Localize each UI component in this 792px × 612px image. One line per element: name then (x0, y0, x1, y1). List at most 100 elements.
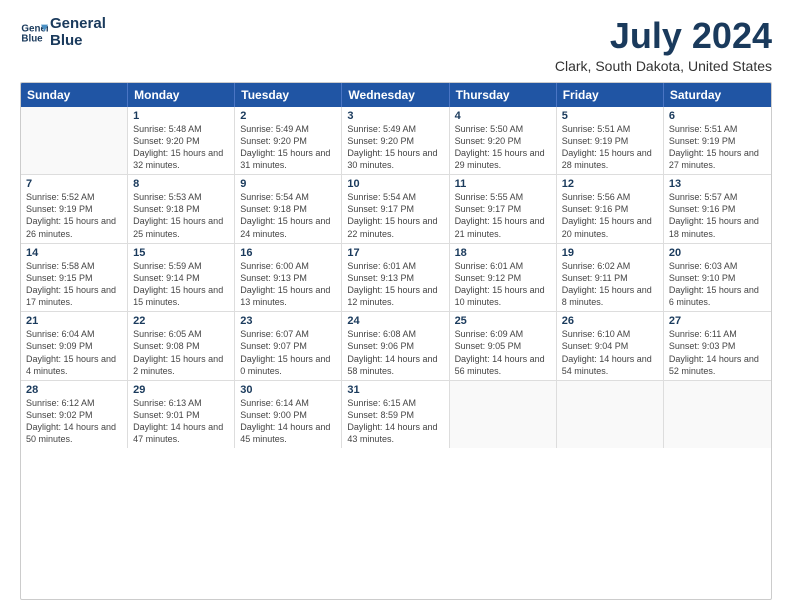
day-info: Sunrise: 5:50 AMSunset: 9:20 PMDaylight:… (455, 123, 551, 172)
calendar-cell-r0-c4: 4Sunrise: 5:50 AMSunset: 9:20 PMDaylight… (450, 107, 557, 175)
calendar-cell-r3-c3: 24Sunrise: 6:08 AMSunset: 9:06 PMDayligh… (342, 312, 449, 380)
day-info: Sunrise: 5:51 AMSunset: 9:19 PMDaylight:… (562, 123, 658, 172)
calendar-cell-r4-c3: 31Sunrise: 6:15 AMSunset: 8:59 PMDayligh… (342, 381, 449, 449)
calendar-cell-r2-c0: 14Sunrise: 5:58 AMSunset: 9:15 PMDayligh… (21, 244, 128, 312)
logo-icon: General Blue (20, 19, 48, 47)
day-info: Sunrise: 6:01 AMSunset: 9:13 PMDaylight:… (347, 260, 443, 309)
day-number: 16 (240, 247, 336, 259)
calendar: SundayMondayTuesdayWednesdayThursdayFrid… (20, 82, 772, 600)
calendar-cell-r1-c1: 8Sunrise: 5:53 AMSunset: 9:18 PMDaylight… (128, 175, 235, 243)
logo-text-line1: General (50, 16, 106, 33)
calendar-cell-r0-c1: 1Sunrise: 5:48 AMSunset: 9:20 PMDaylight… (128, 107, 235, 175)
calendar-title: July 2024 (555, 16, 772, 56)
calendar-cell-r2-c6: 20Sunrise: 6:03 AMSunset: 9:10 PMDayligh… (664, 244, 771, 312)
day-info: Sunrise: 6:15 AMSunset: 8:59 PMDaylight:… (347, 397, 443, 446)
page-header: General Blue General Blue July 2024 Clar… (20, 16, 772, 74)
calendar-cell-r1-c3: 10Sunrise: 5:54 AMSunset: 9:17 PMDayligh… (342, 175, 449, 243)
day-info: Sunrise: 6:02 AMSunset: 9:11 PMDaylight:… (562, 260, 658, 309)
calendar-cell-r4-c0: 28Sunrise: 6:12 AMSunset: 9:02 PMDayligh… (21, 381, 128, 449)
weekday-header-friday: Friday (557, 83, 664, 107)
day-info: Sunrise: 5:53 AMSunset: 9:18 PMDaylight:… (133, 191, 229, 240)
day-info: Sunrise: 5:49 AMSunset: 9:20 PMDaylight:… (240, 123, 336, 172)
day-info: Sunrise: 5:54 AMSunset: 9:18 PMDaylight:… (240, 191, 336, 240)
day-number: 19 (562, 247, 658, 259)
day-info: Sunrise: 5:58 AMSunset: 9:15 PMDaylight:… (26, 260, 122, 309)
day-number: 2 (240, 110, 336, 122)
svg-text:Blue: Blue (21, 33, 43, 44)
day-number: 27 (669, 315, 766, 327)
day-number: 20 (669, 247, 766, 259)
logo: General Blue General Blue (20, 16, 106, 49)
day-number: 15 (133, 247, 229, 259)
day-number: 23 (240, 315, 336, 327)
day-info: Sunrise: 5:55 AMSunset: 9:17 PMDaylight:… (455, 191, 551, 240)
day-number: 26 (562, 315, 658, 327)
calendar-cell-r2-c5: 19Sunrise: 6:02 AMSunset: 9:11 PMDayligh… (557, 244, 664, 312)
day-info: Sunrise: 6:08 AMSunset: 9:06 PMDaylight:… (347, 328, 443, 377)
weekday-header-saturday: Saturday (664, 83, 771, 107)
calendar-cell-r3-c4: 25Sunrise: 6:09 AMSunset: 9:05 PMDayligh… (450, 312, 557, 380)
weekday-header-sunday: Sunday (21, 83, 128, 107)
calendar-row-3: 21Sunrise: 6:04 AMSunset: 9:09 PMDayligh… (21, 312, 771, 381)
calendar-cell-r3-c6: 27Sunrise: 6:11 AMSunset: 9:03 PMDayligh… (664, 312, 771, 380)
day-number: 25 (455, 315, 551, 327)
calendar-cell-r0-c3: 3Sunrise: 5:49 AMSunset: 9:20 PMDaylight… (342, 107, 449, 175)
calendar-cell-r2-c1: 15Sunrise: 5:59 AMSunset: 9:14 PMDayligh… (128, 244, 235, 312)
logo-text-line2: Blue (50, 33, 106, 50)
day-info: Sunrise: 6:09 AMSunset: 9:05 PMDaylight:… (455, 328, 551, 377)
calendar-cell-r0-c0 (21, 107, 128, 175)
weekday-header-monday: Monday (128, 83, 235, 107)
calendar-cell-r0-c2: 2Sunrise: 5:49 AMSunset: 9:20 PMDaylight… (235, 107, 342, 175)
calendar-row-1: 7Sunrise: 5:52 AMSunset: 9:19 PMDaylight… (21, 175, 771, 244)
day-number: 30 (240, 384, 336, 396)
day-info: Sunrise: 6:01 AMSunset: 9:12 PMDaylight:… (455, 260, 551, 309)
calendar-cell-r1-c5: 12Sunrise: 5:56 AMSunset: 9:16 PMDayligh… (557, 175, 664, 243)
day-info: Sunrise: 5:59 AMSunset: 9:14 PMDaylight:… (133, 260, 229, 309)
day-info: Sunrise: 6:07 AMSunset: 9:07 PMDaylight:… (240, 328, 336, 377)
title-section: July 2024 Clark, South Dakota, United St… (555, 16, 772, 74)
day-number: 8 (133, 178, 229, 190)
day-info: Sunrise: 6:13 AMSunset: 9:01 PMDaylight:… (133, 397, 229, 446)
day-info: Sunrise: 6:11 AMSunset: 9:03 PMDaylight:… (669, 328, 766, 377)
calendar-cell-r4-c5 (557, 381, 664, 449)
day-info: Sunrise: 5:48 AMSunset: 9:20 PMDaylight:… (133, 123, 229, 172)
calendar-cell-r3-c0: 21Sunrise: 6:04 AMSunset: 9:09 PMDayligh… (21, 312, 128, 380)
day-number: 13 (669, 178, 766, 190)
calendar-row-4: 28Sunrise: 6:12 AMSunset: 9:02 PMDayligh… (21, 381, 771, 449)
day-number: 9 (240, 178, 336, 190)
calendar-row-0: 1Sunrise: 5:48 AMSunset: 9:20 PMDaylight… (21, 107, 771, 176)
calendar-cell-r2-c3: 17Sunrise: 6:01 AMSunset: 9:13 PMDayligh… (342, 244, 449, 312)
calendar-cell-r0-c6: 6Sunrise: 5:51 AMSunset: 9:19 PMDaylight… (664, 107, 771, 175)
weekday-header-thursday: Thursday (450, 83, 557, 107)
calendar-cell-r4-c2: 30Sunrise: 6:14 AMSunset: 9:00 PMDayligh… (235, 381, 342, 449)
weekday-header-wednesday: Wednesday (342, 83, 449, 107)
calendar-subtitle: Clark, South Dakota, United States (555, 58, 772, 74)
calendar-row-2: 14Sunrise: 5:58 AMSunset: 9:15 PMDayligh… (21, 244, 771, 313)
day-number: 31 (347, 384, 443, 396)
day-number: 24 (347, 315, 443, 327)
calendar-body: 1Sunrise: 5:48 AMSunset: 9:20 PMDaylight… (21, 107, 771, 449)
day-info: Sunrise: 5:54 AMSunset: 9:17 PMDaylight:… (347, 191, 443, 240)
day-info: Sunrise: 5:51 AMSunset: 9:19 PMDaylight:… (669, 123, 766, 172)
calendar-cell-r2-c4: 18Sunrise: 6:01 AMSunset: 9:12 PMDayligh… (450, 244, 557, 312)
day-number: 17 (347, 247, 443, 259)
day-info: Sunrise: 6:14 AMSunset: 9:00 PMDaylight:… (240, 397, 336, 446)
calendar-cell-r0-c5: 5Sunrise: 5:51 AMSunset: 9:19 PMDaylight… (557, 107, 664, 175)
day-info: Sunrise: 5:56 AMSunset: 9:16 PMDaylight:… (562, 191, 658, 240)
weekday-header-tuesday: Tuesday (235, 83, 342, 107)
day-info: Sunrise: 6:00 AMSunset: 9:13 PMDaylight:… (240, 260, 336, 309)
day-number: 22 (133, 315, 229, 327)
day-number: 29 (133, 384, 229, 396)
day-info: Sunrise: 6:04 AMSunset: 9:09 PMDaylight:… (26, 328, 122, 377)
calendar-cell-r2-c2: 16Sunrise: 6:00 AMSunset: 9:13 PMDayligh… (235, 244, 342, 312)
day-info: Sunrise: 5:57 AMSunset: 9:16 PMDaylight:… (669, 191, 766, 240)
calendar-cell-r3-c5: 26Sunrise: 6:10 AMSunset: 9:04 PMDayligh… (557, 312, 664, 380)
day-number: 3 (347, 110, 443, 122)
day-number: 1 (133, 110, 229, 122)
day-info: Sunrise: 5:52 AMSunset: 9:19 PMDaylight:… (26, 191, 122, 240)
day-info: Sunrise: 5:49 AMSunset: 9:20 PMDaylight:… (347, 123, 443, 172)
calendar-cell-r4-c4 (450, 381, 557, 449)
day-number: 12 (562, 178, 658, 190)
day-number: 4 (455, 110, 551, 122)
day-number: 5 (562, 110, 658, 122)
